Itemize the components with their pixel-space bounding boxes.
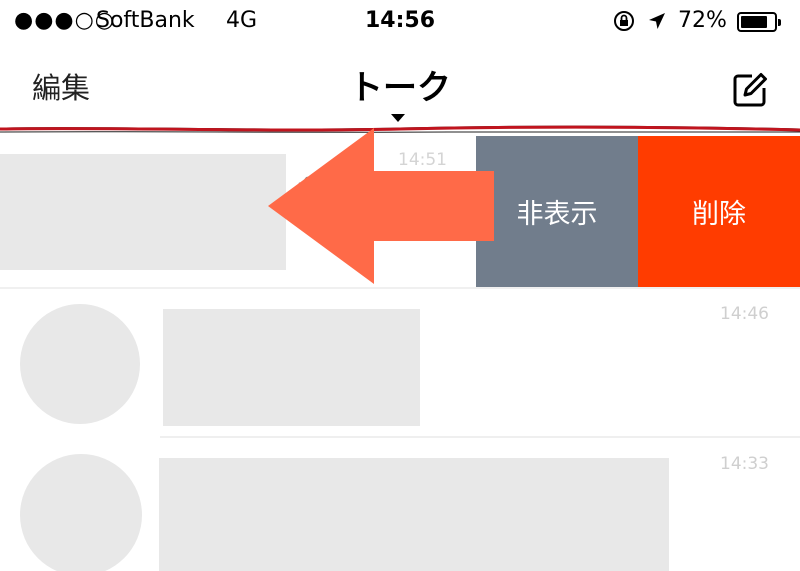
swipe-left-arrow-icon	[268, 128, 494, 284]
caret-down-icon[interactable]	[391, 114, 405, 122]
redacted-content	[159, 458, 669, 571]
battery-icon	[737, 12, 781, 32]
delete-button[interactable]: 削除	[638, 136, 800, 287]
chat-row[interactable]: 14:46	[0, 289, 800, 439]
chat-list: ✓ 14:51 非表示 削除 14:46 14:33	[0, 128, 800, 571]
orientation-lock-icon	[612, 7, 636, 33]
chat-row-swiped[interactable]: ✓ 14:51 非表示 削除	[0, 128, 800, 287]
network-type: 4G	[226, 8, 258, 33]
edit-button[interactable]: 編集	[32, 70, 90, 106]
chat-time: 14:46	[720, 304, 769, 324]
status-bar: ●●●○○ SoftBank 4G 14:56 72%	[0, 0, 800, 44]
page-title[interactable]: トーク	[300, 68, 500, 108]
compose-icon[interactable]	[730, 70, 770, 110]
hide-button[interactable]: 非表示	[476, 136, 638, 287]
avatar	[20, 304, 140, 424]
location-arrow-icon	[646, 7, 668, 32]
redacted-content	[163, 309, 420, 426]
status-time: 14:56	[364, 8, 436, 33]
chat-time: 14:33	[720, 454, 769, 474]
carrier-name: SoftBank	[96, 8, 195, 33]
redacted-content	[0, 154, 286, 270]
avatar	[20, 454, 142, 571]
navigation-bar: 編集 トーク	[0, 44, 800, 126]
chat-row[interactable]: 14:33	[0, 438, 800, 571]
battery-percent: 72%	[678, 8, 727, 33]
